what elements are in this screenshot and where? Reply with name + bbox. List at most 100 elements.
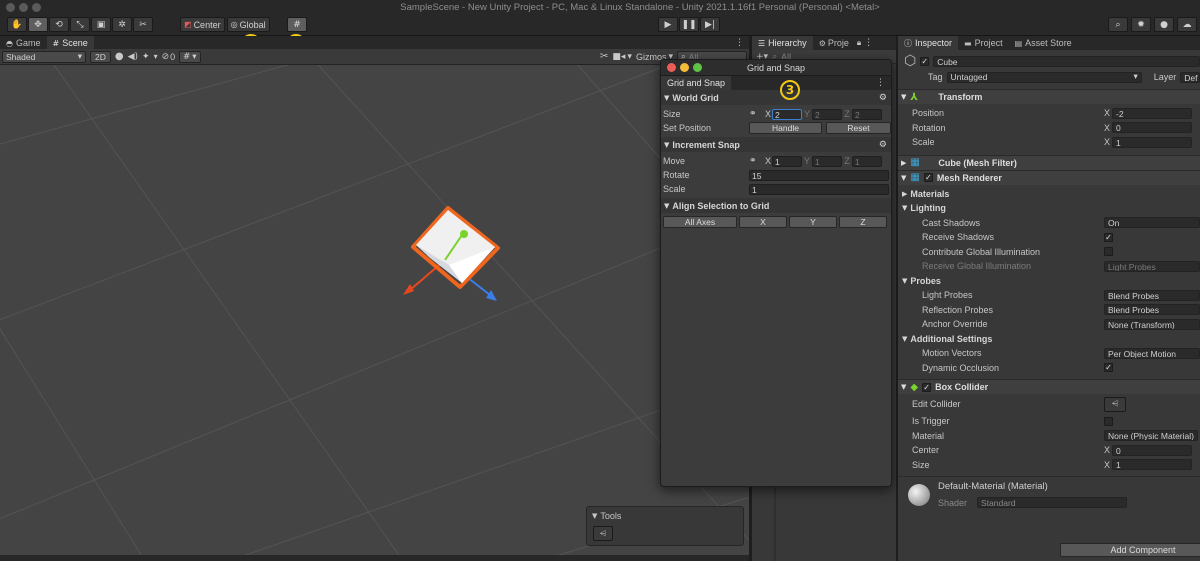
- zoom-window-button[interactable]: [32, 3, 41, 12]
- tools-overlay-header[interactable]: ▼ Tools: [587, 507, 743, 525]
- tools-menu-icon[interactable]: ✂: [600, 51, 608, 62]
- gear-icon[interactable]: ⚙: [879, 93, 887, 103]
- tab-inspector[interactable]: ⓘ Inspector: [898, 36, 959, 50]
- box-collider-component-header[interactable]: ▼ ◆ ✓ Box Collider: [898, 379, 1200, 394]
- lock-icon[interactable]: 🔒︎: [857, 38, 861, 48]
- effects-icon[interactable]: ✦: [142, 52, 150, 62]
- pivot-center-button[interactable]: ◩ Center: [180, 17, 225, 32]
- move-z-field[interactable]: 1: [852, 155, 882, 167]
- grid-visibility-dropdown[interactable]: # ▾: [179, 50, 201, 63]
- rotate-field[interactable]: 15: [749, 169, 889, 181]
- active-checkbox[interactable]: ✓: [920, 56, 930, 66]
- probes-group[interactable]: ▼ Probes: [898, 274, 1200, 289]
- handle-button[interactable]: Handle: [749, 122, 822, 134]
- material-preview-section[interactable]: Default-Material (Material) Shader Stand…: [898, 476, 1200, 512]
- tab-asset-store[interactable]: ▤ Asset Store: [1009, 36, 1078, 50]
- pause-button[interactable]: ❚❚: [679, 17, 699, 32]
- shading-mode-dropdown[interactable]: Shaded ▾: [2, 50, 86, 63]
- collab-button[interactable]: ✹: [1131, 17, 1151, 32]
- x-axis-arrow-icon[interactable]: [403, 284, 414, 295]
- scene-view[interactable]: ▼ Tools ⩤: [0, 65, 749, 555]
- tab-project-short[interactable]: ⚙ Proje: [813, 36, 855, 50]
- scale-tool-button[interactable]: ⤡: [70, 17, 90, 32]
- center-x-field[interactable]: 0: [1112, 444, 1192, 456]
- receive-shadows-checkbox[interactable]: ✓: [1104, 232, 1113, 242]
- tab-hierarchy[interactable]: ☰ Hierarchy: [752, 36, 813, 50]
- reflection-probes-dropdown[interactable]: Blend Probes: [1104, 304, 1200, 316]
- scale-field[interactable]: 1: [749, 183, 889, 195]
- position-x-field[interactable]: -2: [1112, 107, 1192, 119]
- shader-dropdown[interactable]: Standard: [977, 497, 1128, 508]
- align-all-axes-button[interactable]: All Axes: [663, 216, 737, 228]
- tab-menu-icon[interactable]: ⋮: [735, 38, 744, 48]
- tab-grid-snap[interactable]: Grid and Snap: [661, 76, 732, 90]
- step-button[interactable]: ▶|: [700, 17, 720, 32]
- rect-tool-button[interactable]: ▣: [91, 17, 111, 32]
- increment-snap-header[interactable]: ▼ Increment Snap ⚙: [661, 137, 891, 152]
- mesh-renderer-enabled-checkbox[interactable]: ✓: [923, 173, 933, 182]
- add-component-button[interactable]: Add Component: [1060, 543, 1200, 557]
- reset-button[interactable]: Reset: [826, 122, 891, 134]
- rotation-x-field[interactable]: 0: [1112, 122, 1192, 134]
- link-icon[interactable]: ⚭: [749, 109, 765, 119]
- grid-snap-titlebar[interactable]: Grid and Snap: [661, 60, 891, 76]
- is-trigger-checkbox[interactable]: [1104, 416, 1113, 426]
- search-button[interactable]: ⌕: [1108, 17, 1128, 32]
- zoom-window-button[interactable]: [693, 63, 702, 72]
- motion-vectors-dropdown[interactable]: Per Object Motion: [1104, 347, 1200, 359]
- align-z-button[interactable]: Z: [839, 216, 887, 228]
- align-y-button[interactable]: Y: [789, 216, 837, 228]
- tab-menu-icon[interactable]: ⋮: [876, 78, 885, 88]
- grid-snap-toggle-button[interactable]: #: [287, 17, 307, 32]
- hand-tool-button[interactable]: ✋: [7, 17, 27, 32]
- tab-project[interactable]: ▬ Project: [958, 36, 1009, 50]
- size-y-field[interactable]: 2: [812, 108, 842, 120]
- link-icon[interactable]: ⚭: [749, 156, 765, 166]
- move-tool-button[interactable]: ✥: [28, 17, 48, 32]
- move-x-field[interactable]: 1: [772, 155, 802, 167]
- cloud-button[interactable]: ☁: [1177, 17, 1197, 32]
- mesh-filter-component-header[interactable]: ▶ ▦ Cube (Mesh Filter): [898, 154, 1200, 170]
- anchor-override-field[interactable]: None (Transform): [1104, 318, 1200, 330]
- transform-component-header[interactable]: ▼ ⅄ Transform: [898, 89, 1200, 104]
- mesh-renderer-component-header[interactable]: ▼ ▦ ✓ Mesh Renderer: [898, 169, 1200, 185]
- tab-game[interactable]: ◓ Game: [0, 36, 47, 50]
- audio-icon[interactable]: ◀): [128, 52, 138, 62]
- lighting-icon[interactable]: ●: [115, 51, 124, 62]
- camera-dropdown[interactable]: ■◂ ▾: [612, 52, 632, 62]
- transform-tool-button[interactable]: ✲: [112, 17, 132, 32]
- tag-dropdown[interactable]: Untagged ▾: [946, 71, 1142, 83]
- layer-dropdown[interactable]: Def: [1180, 71, 1200, 83]
- custom-tool-button[interactable]: ✂: [133, 17, 153, 32]
- receive-gi-dropdown[interactable]: Light Probes: [1104, 260, 1200, 272]
- size-z-field[interactable]: 2: [852, 108, 882, 120]
- tab-menu-icon[interactable]: ⋮: [864, 38, 873, 48]
- edit-collider-button[interactable]: ⩤: [1104, 396, 1126, 412]
- play-button[interactable]: ▶: [658, 17, 678, 32]
- box-collider-enabled-checkbox[interactable]: ✓: [922, 382, 932, 392]
- cast-shadows-dropdown[interactable]: On: [1104, 217, 1200, 229]
- minimize-window-button[interactable]: [19, 3, 28, 12]
- move-y-field[interactable]: 1: [812, 155, 842, 167]
- light-probes-dropdown[interactable]: Blend Probes: [1104, 289, 1200, 301]
- minimize-window-button[interactable]: [680, 63, 689, 72]
- scale-x-field[interactable]: 1: [1112, 136, 1192, 148]
- close-window-button[interactable]: [6, 3, 15, 12]
- close-window-button[interactable]: [667, 63, 676, 72]
- object-name-field[interactable]: Cube: [933, 55, 1200, 67]
- mode-2d-button[interactable]: 2D: [90, 50, 111, 63]
- additional-settings-group[interactable]: ▼ Additional Settings: [898, 332, 1200, 347]
- tab-scene[interactable]: # Scene: [46, 36, 94, 50]
- edit-tool-button[interactable]: ⩤: [593, 526, 613, 541]
- chevron-down-icon[interactable]: ▾: [154, 52, 158, 61]
- collider-material-field[interactable]: None (Physic Material): [1104, 430, 1198, 442]
- align-selection-header[interactable]: ▼ Align Selection to Grid: [661, 198, 891, 213]
- cube-object[interactable]: [411, 206, 500, 289]
- align-x-button[interactable]: X: [739, 216, 787, 228]
- global-space-button[interactable]: ◎ Global: [226, 17, 270, 32]
- z-axis-arrow-icon[interactable]: [486, 290, 497, 301]
- materials-group[interactable]: ▶ Materials: [898, 187, 1200, 202]
- gear-icon[interactable]: ⚙: [879, 140, 887, 150]
- account-button[interactable]: ●: [1154, 17, 1174, 32]
- y-axis-handle-icon[interactable]: [460, 230, 468, 238]
